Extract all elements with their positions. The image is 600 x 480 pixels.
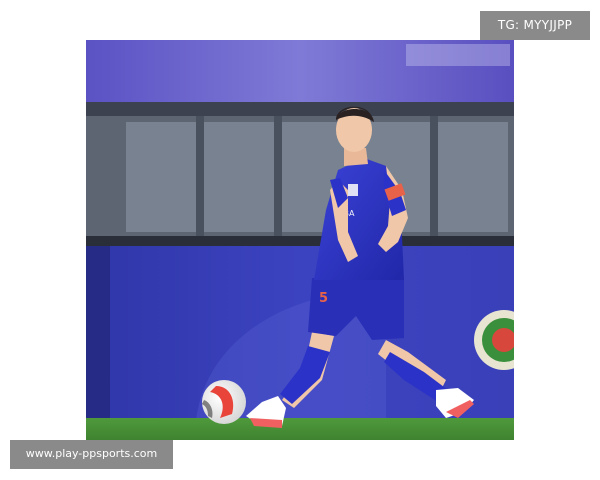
telegram-watermark: TG: MYYJJPP: [480, 11, 590, 40]
photo-illustration: 5 ABA: [86, 40, 514, 440]
banner-lettering: [406, 44, 510, 66]
pitch: [86, 418, 514, 440]
football-icon: [202, 380, 246, 424]
svg-text:5: 5: [319, 291, 328, 306]
football-photo: 5 ABA: [86, 40, 514, 440]
website-watermark: www.play-ppsports.com: [10, 440, 173, 469]
